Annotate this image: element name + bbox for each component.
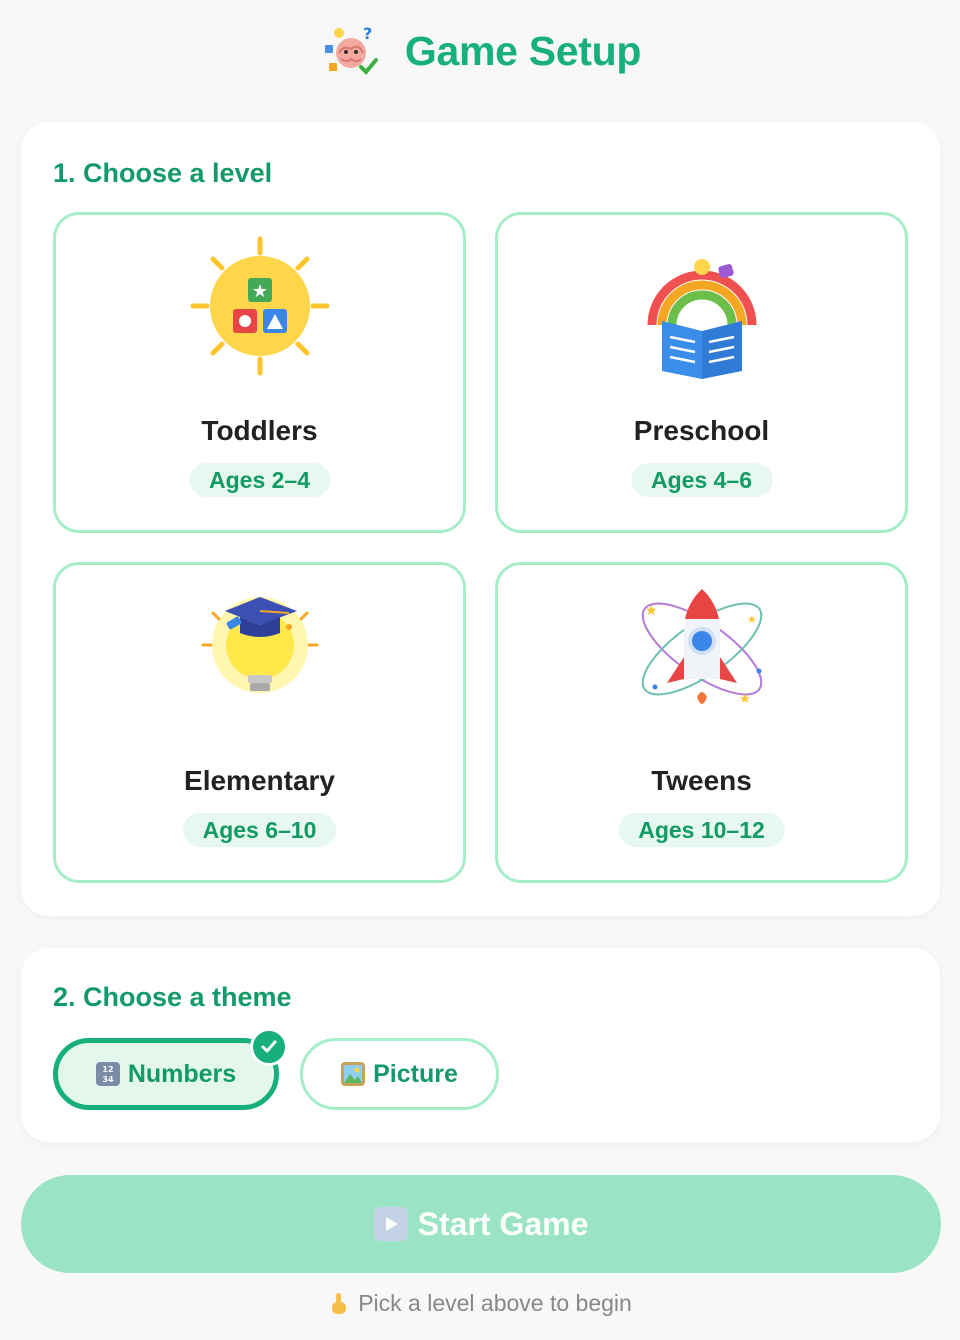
level-age-badge: Ages 4–6 — [630, 463, 773, 497]
svg-text:12: 12 — [102, 1065, 113, 1074]
svg-text:★: ★ — [747, 613, 757, 626]
svg-text:34: 34 — [102, 1075, 114, 1084]
level-tile-tweens[interactable]: ★ ★ ★ Tweens Ages 10–12 — [495, 562, 908, 883]
level-age-badge: Ages 2–4 — [188, 463, 331, 497]
level-name: Elementary — [184, 765, 335, 796]
framed-picture-icon — [341, 1062, 366, 1086]
page-title: Game Setup — [404, 27, 642, 74]
theme-section-title: 2. Choose a theme — [53, 982, 292, 1012]
level-name: Toddlers — [201, 415, 318, 446]
level-name: Tweens — [651, 765, 752, 796]
level-age-badge: Ages 10–12 — [618, 813, 785, 847]
header: ? Game Setup — [0, 18, 960, 84]
pointing-finger-icon — [332, 1292, 347, 1314]
svg-text:★: ★ — [739, 692, 751, 707]
play-button-icon — [373, 1207, 408, 1241]
hint-text: Pick a level above to begin — [358, 1290, 632, 1316]
start-game-label: Start Game — [417, 1205, 589, 1242]
rainbow-book-icon — [647, 259, 756, 379]
theme-option-numbers[interactable]: 12 34 Numbers — [53, 1038, 279, 1110]
rocket-orbit-icon: ★ ★ ★ — [641, 589, 762, 707]
start-game-button[interactable]: Start Game — [21, 1175, 941, 1273]
svg-text:?: ? — [363, 24, 372, 43]
theme-option-label: Numbers — [127, 1059, 237, 1088]
level-tile-preschool[interactable]: Preschool Ages 4–6 — [495, 212, 908, 533]
numbers-keycap-icon: 12 34 — [95, 1062, 120, 1086]
svg-text:★: ★ — [645, 603, 658, 619]
level-age-badge: Ages 6–10 — [182, 813, 337, 847]
sun-blocks-icon: ★ — [190, 236, 329, 376]
svg-text:★: ★ — [251, 281, 267, 302]
level-tile-toddlers[interactable]: ★ Toddlers Ages 2–4 — [53, 212, 466, 533]
level-section-title: 1. Choose a level — [53, 158, 273, 188]
theme-section: 2. Choose a theme 12 34 Numbers Picture — [21, 948, 940, 1142]
brain-puzzle-icon: ? — [324, 24, 378, 75]
hint-text-row: Pick a level above to begin — [0, 1290, 960, 1317]
selected-check-icon — [250, 1028, 288, 1066]
game-setup-page: ? Game Setup 1. Choose a level ★ Toddler… — [0, 0, 960, 1340]
level-name: Preschool — [633, 415, 770, 446]
level-tile-elementary[interactable]: Elementary Ages 6–10 — [53, 562, 466, 883]
theme-option-picture[interactable]: Picture — [300, 1038, 499, 1110]
theme-option-label: Picture — [373, 1059, 458, 1088]
graduation-bulb-icon — [201, 597, 318, 693]
level-section: 1. Choose a level ★ Toddlers Ages 2–4 Pr… — [21, 122, 940, 916]
